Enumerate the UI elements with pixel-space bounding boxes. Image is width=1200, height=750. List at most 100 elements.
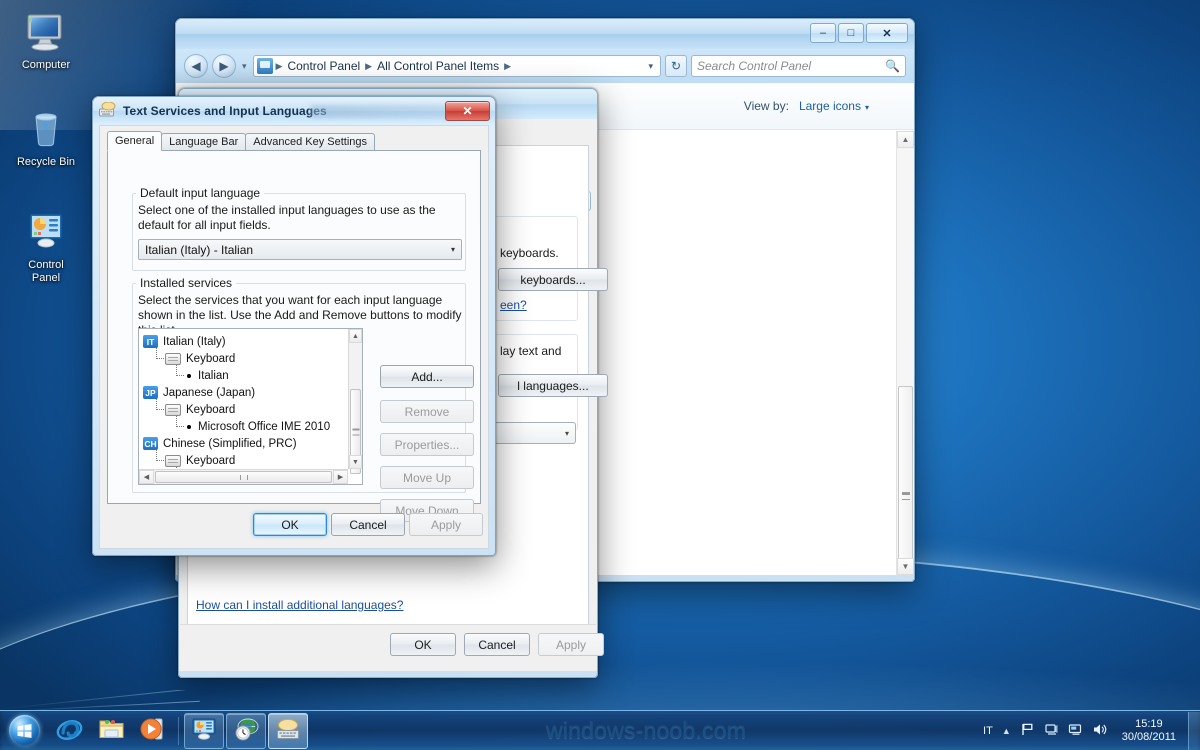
tab-general[interactable]: General [107,131,163,151]
close-button[interactable]: ✕ [445,101,490,121]
change-keyboards-button[interactable]: keyboards... [498,268,608,291]
search-placeholder: Search Control Panel [697,59,812,73]
show-hidden-icons-caret-icon[interactable]: ▲ [1002,726,1011,736]
show-desktop-button[interactable] [1188,711,1200,750]
region-ok-button[interactable]: OK [390,633,456,656]
taskbar-divider [178,716,179,745]
tree-row-language[interactable]: CH Chinese (Simplified, PRC) [143,435,348,452]
installed-services-tree[interactable]: IT Italian (Italy) Keyboard Italian JP J… [138,328,363,485]
tree-row-service[interactable]: Italian [143,365,348,384]
taskbar-internet-explorer[interactable] [49,713,89,749]
control-panel-titlebar[interactable]: – □ ✕ [176,19,914,49]
tree-row-category[interactable]: Keyboard [143,348,348,367]
control-panel-icon [191,718,217,743]
desktop-icon-recycle-bin[interactable]: Recycle Bin [0,105,92,169]
move-up-button: Move Up [380,466,474,489]
minimize-button[interactable]: – [810,23,836,43]
control-panel-scrollbar[interactable]: ▲ ▼ [896,131,914,575]
clock-date: 30/08/2011 [1121,730,1176,743]
scroll-right-arrow-icon[interactable]: ▶ [333,470,348,484]
scroll-left-arrow-icon[interactable]: ◀ [139,470,154,484]
default-input-language-combo[interactable]: Italian (Italy) - Italian ▾ [138,239,462,260]
taskbar-task-text-services[interactable] [268,712,308,749]
text-services-dialog[interactable]: Text Services and Input Languages ✕ Gene… [92,96,496,556]
cancel-button[interactable]: Cancel [331,513,405,536]
tree-row-language[interactable]: JP Japanese (Japan) [143,384,348,401]
recycle-bin-icon [0,105,92,153]
display-language-combo[interactable]: ▾ [494,422,576,444]
tree-line-icon [149,399,165,418]
clock[interactable]: 15:19 30/08/2011 [1116,718,1182,744]
region-cancel-button[interactable]: Cancel [464,633,530,656]
description-line-1: Select one of the installed input langua… [138,203,436,232]
tree-horizontal-scrollbar[interactable]: ◀ ▶ [139,469,348,484]
breadcrumb-all-items[interactable]: All Control Panel Items [375,58,501,74]
tree-row-category[interactable]: Keyboard [143,450,348,469]
address-dropdown-caret-icon[interactable]: ▾ [644,61,657,72]
network-icon[interactable] [1044,722,1059,740]
tray-language-indicator[interactable]: IT [983,725,993,737]
windows-explorer-icon [98,717,125,744]
tree-vertical-scrollbar[interactable]: ▲ ▼ [348,329,362,474]
install-languages-button[interactable]: l languages... [498,374,608,397]
start-button[interactable] [0,712,48,750]
chevron-down-icon: ▾ [564,428,569,438]
tab-language-bar[interactable]: Language Bar [161,133,247,151]
horizontal-scrollbar-thumb[interactable] [155,471,332,483]
tree-row-language[interactable]: IT Italian (Italy) [143,333,348,350]
taskbar: windows-noob.com IT ▲ 15:19 30/08/2011 [0,710,1200,750]
breadcrumb-control-panel[interactable]: Control Panel [285,58,362,74]
scroll-down-arrow-icon[interactable]: ▼ [349,455,362,469]
default-input-language-description: Select one of the installed input langua… [138,203,462,233]
scroll-up-arrow-icon[interactable]: ▲ [897,131,914,148]
tree-line-icon [169,416,185,435]
tree-row-category[interactable]: Keyboard [143,399,348,418]
install-additional-languages-link[interactable]: How can I install additional languages? [196,598,403,612]
taskbar-task-control-panel[interactable] [184,712,224,749]
search-input[interactable]: Search Control Panel 🔍 [691,55,906,77]
tree-row-label: Keyboard [186,403,236,416]
close-button[interactable]: ✕ [866,23,908,43]
volume-icon[interactable] [1092,722,1107,740]
refresh-icon[interactable]: ↻ [665,55,687,77]
tree-rows: IT Italian (Italy) Keyboard Italian JP J… [139,329,348,469]
text-services-body: General Language Bar Advanced Key Settin… [99,125,489,549]
scrollbar-thumb[interactable] [898,386,913,575]
keyboard-language-icon [99,101,116,120]
taskbar-windows-explorer[interactable] [91,713,131,749]
keyboard-icon [165,352,181,365]
tree-row-service[interactable]: Microsoft Office IME 2010 [143,416,348,435]
add-button[interactable]: Add... [380,365,474,388]
keyboard-icon [165,454,181,467]
desktop-icon-label: Recycle Bin [16,156,76,168]
scroll-down-arrow-icon[interactable]: ▼ [897,558,914,575]
tree-line-icon [149,450,165,469]
scroll-up-arrow-icon[interactable]: ▲ [349,329,362,343]
region-dialog-footer: OK Cancel Apply [180,624,604,664]
properties-button: Properties... [380,433,474,456]
forward-button[interactable]: ▶ [212,54,236,78]
recent-pages-caret-icon[interactable]: ▾ [240,61,249,72]
keyboards-note: keyboards. [500,246,559,260]
desktop-icon-label: Computer [21,59,71,71]
maximize-button[interactable]: □ [838,23,864,43]
address-bar[interactable]: ▶ Control Panel ▶ All Control Panel Item… [252,55,661,77]
view-by-label: View by: [743,99,789,113]
taskbar-task-region-language[interactable] [226,712,266,749]
text-services-titlebar[interactable]: Text Services and Input Languages ✕ [93,97,495,125]
tree-row-label: Chinese (Simplified, PRC) [163,437,297,450]
view-by-value: Large icons [798,99,861,113]
chevron-down-icon: ▾ [450,245,455,254]
desktop-icon-control-panel[interactable]: Control Panel [0,208,92,285]
region-language-icon [233,718,259,744]
tree-row-label: Keyboard [186,454,236,467]
back-button[interactable]: ◀ [184,54,208,78]
display-icon[interactable] [1068,722,1083,740]
desktop-icon-computer[interactable]: Computer [0,8,92,72]
tab-advanced-key-settings[interactable]: Advanced Key Settings [245,133,376,151]
ok-button[interactable]: OK [253,513,327,536]
taskbar-media-player[interactable] [133,713,173,749]
action-center-flag-icon[interactable] [1020,722,1035,740]
keyboards-help-link[interactable]: een? [500,298,527,312]
view-by-dropdown[interactable]: Large icons ▾ [799,99,869,113]
